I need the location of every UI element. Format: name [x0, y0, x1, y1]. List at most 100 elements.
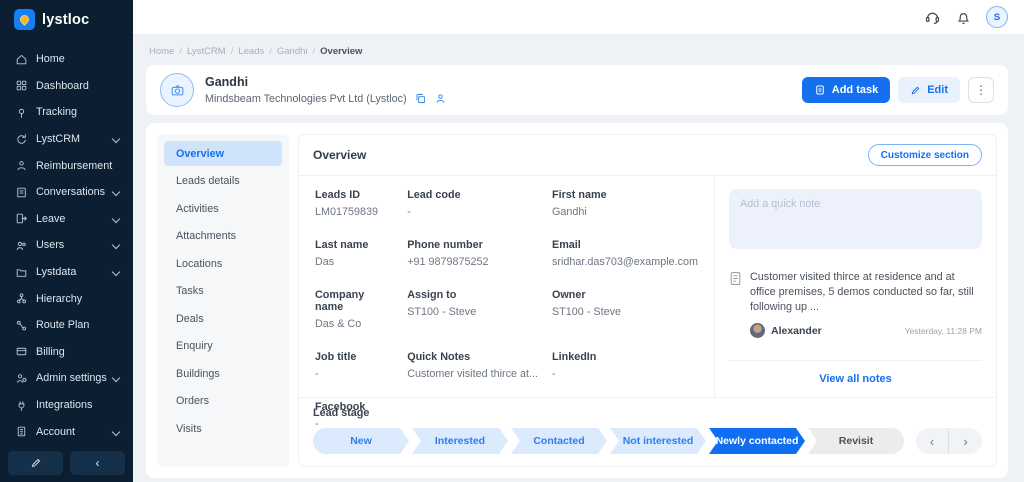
tab-leads-details[interactable]: Leads details: [164, 169, 282, 194]
lystcrm-icon: [15, 133, 28, 146]
field-value: ST100 - Steve: [407, 306, 538, 318]
sidebar-item-lystdata[interactable]: Lystdata: [0, 259, 133, 286]
lead-avatar[interactable]: [160, 73, 194, 107]
sidebar-item-label: Hierarchy: [36, 293, 123, 305]
lead-detail-panel: Overview Leads detailsActivities Attachmen…: [146, 123, 1008, 478]
field-label: Lead code: [407, 189, 538, 201]
field-email: Emailsridhar.das703@example.com: [552, 239, 698, 268]
customize-section-button[interactable]: Customize section: [868, 144, 982, 166]
field-value: +91 9879875252: [407, 256, 538, 268]
chevron-down-icon: [112, 268, 120, 276]
chevron-down-icon: [112, 188, 120, 196]
sidebar-item-reimbursement[interactable]: Reimbursement: [0, 152, 133, 179]
overview-header: Overview Customize section: [299, 135, 996, 176]
overview-body: Leads ID LM01759839 Lead code - First name Ga…: [299, 176, 996, 397]
chevron-down-icon: [112, 374, 120, 382]
leave-icon: [15, 212, 28, 225]
sidebar-item-leave[interactable]: Leave: [0, 206, 133, 233]
tab-buildings[interactable]: Buildings: [164, 361, 282, 386]
stage-newly-contacted[interactable]: Newly contacted: [709, 428, 805, 454]
breadcrumb-separator: /: [313, 46, 316, 57]
field-value: Das & Co: [315, 318, 393, 330]
field-label: Leads ID: [315, 189, 393, 201]
field-label: Job title: [315, 351, 393, 363]
field-value: Gandhi: [552, 206, 698, 218]
hierarchy-icon: [15, 292, 28, 305]
sidebar-collapse-button[interactable]: ‹: [70, 451, 125, 475]
tab-attachments[interactable]: Attachments: [164, 224, 282, 249]
kebab-menu-button[interactable]: ⋮: [968, 77, 994, 103]
field-value: -: [407, 206, 538, 218]
tab-activities[interactable]: Activities: [164, 196, 282, 221]
sidebar-item-users[interactable]: Users: [0, 232, 133, 259]
dashboard-icon: [15, 79, 28, 92]
breadcrumb-separator: /: [231, 46, 234, 57]
note-item: Customer visited thirce at residence and…: [729, 270, 982, 338]
sidebar-item-route-plan[interactable]: Route Plan: [0, 312, 133, 339]
sidebar-item-admin-settings[interactable]: Admin settings: [0, 365, 133, 392]
copy-icon[interactable]: [414, 92, 427, 105]
sidebar-item-integrations[interactable]: Integrations: [0, 392, 133, 419]
edit-button[interactable]: Edit: [898, 77, 960, 103]
field-label: Quick Notes: [407, 351, 538, 363]
lead-identity: Gandhi Mindsbeam Technologies Pvt Ltd (L…: [205, 75, 447, 105]
sidebar-item-account[interactable]: Account: [0, 418, 133, 445]
stage-next-button[interactable]: ›: [949, 428, 982, 454]
locate-contact-icon[interactable]: [434, 92, 447, 105]
bell-icon[interactable]: [955, 9, 972, 26]
stage-prev-button[interactable]: ‹: [916, 428, 949, 454]
stage-interested[interactable]: Interested: [412, 428, 508, 454]
sidebar-item-lystcrm[interactable]: LystCRM: [0, 126, 133, 153]
field-label: First name: [552, 189, 698, 201]
tab-deals[interactable]: Deals: [164, 306, 282, 331]
content: Home/LystCRM/Leads/Gandhi/Overview Gandh…: [133, 35, 1024, 482]
tab-visits[interactable]: Visits: [164, 416, 282, 441]
lystdata-icon: [15, 266, 28, 279]
sidebar-item-dashboard[interactable]: Dashboard: [0, 73, 133, 100]
sidebar-item-label: Integrations: [36, 399, 123, 411]
pencil-icon: [30, 457, 42, 469]
sidebar-item-label: Route Plan: [36, 319, 123, 331]
lead-stage-section: Lead stage NewInterestedContactedNot int…: [299, 397, 996, 466]
admin-icon: [15, 372, 28, 385]
tab-overview[interactable]: Overview: [164, 141, 282, 166]
field-value: LM01759839: [315, 206, 393, 218]
user-avatar[interactable]: S: [986, 6, 1008, 28]
breadcrumb-item[interactable]: Leads: [238, 46, 264, 57]
tab-enquiry[interactable]: Enquiry: [164, 334, 282, 359]
stage-new[interactable]: New: [313, 428, 409, 454]
sidebar-item-label: Billing: [36, 346, 123, 358]
field-value: ST100 - Steve: [552, 306, 698, 318]
breadcrumb-item[interactable]: Home: [149, 46, 174, 57]
sidebar-item-hierarchy[interactable]: Hierarchy: [0, 285, 133, 312]
logo[interactable]: lystloc: [0, 0, 133, 38]
tab-locations[interactable]: Locations: [164, 251, 282, 276]
lead-fields-grid: Leads ID LM01759839 Lead code - First name Ga…: [299, 176, 714, 397]
sidebar-item-tracking[interactable]: Tracking: [0, 99, 133, 126]
headset-icon[interactable]: [924, 9, 941, 26]
sidebar-edit-button[interactable]: [8, 451, 63, 475]
lead-tabs: Overview Leads detailsActivities Attachmen…: [157, 134, 289, 467]
chevron-down-icon: [112, 135, 120, 143]
field-last-name: Last nameDas: [315, 239, 393, 268]
view-all-notes-link[interactable]: View all notes: [729, 360, 982, 397]
stage-not-interested[interactable]: Not interested: [610, 428, 706, 454]
tab-orders[interactable]: Orders: [164, 389, 282, 414]
breadcrumb-item[interactable]: LystCRM: [187, 46, 226, 57]
stage-contacted[interactable]: Contacted: [511, 428, 607, 454]
conversations-icon: [15, 186, 28, 199]
quick-note-input[interactable]: Add a quick note: [729, 189, 982, 249]
stage-revisit[interactable]: Revisit: [808, 428, 904, 454]
routeplan-icon: [15, 319, 28, 332]
sidebar-item-conversations[interactable]: Conversations: [0, 179, 133, 206]
add-task-button[interactable]: Add task: [802, 77, 890, 103]
tab-tasks[interactable]: Tasks: [164, 279, 282, 304]
sidebar-item-billing[interactable]: Billing: [0, 339, 133, 366]
field-label: Company name: [315, 289, 393, 313]
sidebar-item-label: Users: [36, 239, 113, 251]
sidebar-item-label: Home: [36, 53, 123, 65]
breadcrumb-item[interactable]: Gandhi: [277, 46, 308, 57]
sidebar-item-label: Leave: [36, 213, 113, 225]
pencil-icon: [910, 85, 921, 96]
sidebar-item-home[interactable]: Home: [0, 46, 133, 73]
